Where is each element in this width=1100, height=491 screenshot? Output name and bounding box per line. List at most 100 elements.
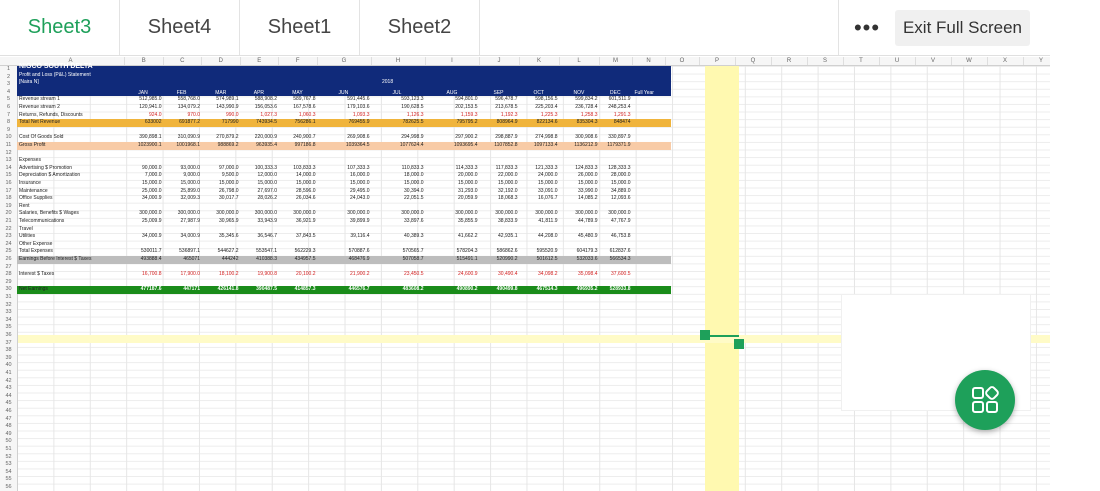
value-cell[interactable]: 782625.5 — [372, 119, 424, 127]
row-header-15[interactable]: 15 — [0, 172, 17, 178]
value-cell[interactable]: 128,333.3 — [600, 165, 630, 173]
column-header-o[interactable]: O — [666, 57, 700, 65]
row-label[interactable]: Expenses — [19, 157, 41, 165]
value-cell[interactable]: 19,900.8 — [241, 271, 277, 279]
value-cell[interactable]: 24,000.0 — [520, 172, 557, 180]
column-header-r[interactable]: R — [772, 57, 808, 65]
column-header-n[interactable]: N — [633, 57, 666, 65]
value-cell[interactable]: 15,000.0 — [480, 180, 517, 188]
value-cell[interactable]: 114,333.3 — [426, 165, 478, 173]
value-cell[interactable]: 32,192.0 — [480, 188, 517, 196]
value-cell[interactable]: 595520.9 — [520, 248, 558, 256]
value-cell[interactable]: 22,000.0 — [480, 172, 517, 180]
value-cell[interactable]: 553547.1 — [241, 248, 277, 256]
value-cell[interactable]: 743934.5 — [241, 119, 277, 127]
row-header-28[interactable]: 28 — [0, 271, 17, 277]
column-header-m[interactable]: M — [600, 57, 633, 65]
value-cell[interactable]: 1039364.5 — [318, 142, 370, 150]
value-cell[interactable]: 225,203.4 — [520, 104, 557, 112]
row-label[interactable]: Earnings Before Interest $ Taxes — [19, 256, 91, 264]
value-cell[interactable]: 594,801.0 — [426, 96, 477, 104]
value-cell[interactable]: 467514.3 — [520, 286, 558, 294]
value-cell[interactable]: 1,258.3 — [560, 112, 598, 120]
tab-sheet3[interactable]: Sheet3 — [0, 0, 120, 55]
value-cell[interactable]: 15,000.0 — [426, 180, 477, 188]
value-cell[interactable]: 15,000.0 — [600, 180, 630, 188]
value-cell[interactable]: 515491.1 — [426, 256, 478, 264]
value-cell[interactable]: 589,767.8 — [279, 96, 315, 104]
value-cell[interactable]: 26,034.6 — [279, 195, 315, 203]
row-header-8[interactable]: 8 — [0, 119, 17, 125]
value-cell[interactable]: 468476.9 — [318, 256, 370, 264]
value-cell[interactable]: 35,098.4 — [560, 271, 597, 279]
column-header-t[interactable]: T — [844, 57, 880, 65]
tab-sheet4[interactable]: Sheet4 — [120, 0, 240, 55]
value-cell[interactable]: 446576.7 — [318, 286, 370, 294]
row-header-36[interactable]: 36 — [0, 332, 17, 338]
value-cell[interactable]: 15,000.0 — [202, 180, 238, 188]
value-cell[interactable]: 808964.9 — [480, 119, 518, 127]
value-cell[interactable]: 27,987.9 — [164, 218, 200, 226]
value-cell[interactable]: 179,103.6 — [318, 104, 369, 112]
row-header-49[interactable]: 49 — [0, 431, 17, 437]
value-cell[interactable]: 924.0 — [125, 112, 162, 120]
value-cell[interactable]: 300,000.0 — [480, 210, 517, 218]
value-cell[interactable]: 997186.8 — [279, 142, 316, 150]
value-cell[interactable]: 530011.7 — [125, 248, 161, 256]
row-label[interactable]: Net Earnings — [19, 286, 48, 294]
row-header-2[interactable]: 2 — [0, 74, 17, 80]
value-cell[interactable]: 1179371.9 — [600, 142, 630, 150]
value-cell[interactable]: 483608.2 — [372, 286, 424, 294]
value-cell[interactable]: 25,009.9 — [125, 218, 161, 226]
row-header-19[interactable]: 19 — [0, 203, 17, 209]
value-cell[interactable]: 300,000.0 — [426, 210, 477, 218]
value-cell[interactable]: 1001968.1 — [164, 142, 200, 150]
row-header-22[interactable]: 22 — [0, 226, 17, 232]
row-header-41[interactable]: 41 — [0, 370, 17, 376]
value-cell[interactable]: 848474 — [600, 119, 631, 127]
value-cell[interactable]: 274,998.8 — [520, 134, 557, 142]
value-cell[interactable]: 444242 — [202, 256, 239, 264]
row-header-11[interactable]: 11 — [0, 142, 17, 148]
row-header-6[interactable]: 6 — [0, 104, 17, 110]
value-cell[interactable]: 593,123.3 — [372, 96, 423, 104]
value-cell[interactable]: 15,000.0 — [164, 180, 200, 188]
value-cell[interactable]: 20,100.2 — [279, 271, 315, 279]
row-label[interactable]: Insurance — [19, 180, 41, 188]
value-cell[interactable]: 578204.3 — [426, 248, 478, 256]
value-cell[interactable]: 18,068.3 — [480, 195, 517, 203]
row-header-7[interactable]: 7 — [0, 112, 17, 118]
value-cell[interactable]: 300,908.6 — [560, 134, 597, 142]
row-header-35[interactable]: 35 — [0, 324, 17, 330]
value-cell[interactable]: 28,026.2 — [241, 195, 277, 203]
column-header-j[interactable]: J — [480, 57, 520, 65]
value-cell[interactable]: 117,833.3 — [480, 165, 518, 173]
row-header-30[interactable]: 30 — [0, 286, 17, 292]
value-cell[interactable]: 34,098.2 — [520, 271, 557, 279]
value-cell[interactable]: 124,833.3 — [560, 165, 597, 173]
value-cell[interactable]: 143,990.9 — [202, 104, 238, 112]
row-label[interactable]: Gross Profit — [19, 142, 45, 150]
row-header-33[interactable]: 33 — [0, 309, 17, 315]
row-header-51[interactable]: 51 — [0, 446, 17, 452]
value-cell[interactable]: 599,834.2 — [560, 96, 597, 104]
value-cell[interactable]: 236,728.4 — [560, 104, 597, 112]
value-cell[interactable]: 26,000.0 — [560, 172, 597, 180]
value-cell[interactable]: 822134.6 — [520, 119, 558, 127]
value-cell[interactable]: 41,662.2 — [426, 233, 477, 241]
value-cell[interactable]: 32,009.3 — [164, 195, 200, 203]
row-header-14[interactable]: 14 — [0, 165, 17, 171]
value-cell[interactable]: 25,899.0 — [164, 188, 200, 196]
value-cell[interactable]: 100,333.3 — [241, 165, 277, 173]
value-cell[interactable]: 1107852.8 — [480, 142, 517, 150]
value-cell[interactable]: 512,985.0 — [125, 96, 161, 104]
value-cell[interactable]: 562229.3 — [279, 248, 316, 256]
value-cell[interactable]: 493888.4 — [125, 256, 162, 264]
value-cell[interactable]: 294,998.9 — [372, 134, 423, 142]
value-cell[interactable]: 22,051.5 — [372, 195, 423, 203]
value-cell[interactable]: 38,833.9 — [480, 218, 517, 226]
value-cell[interactable]: 17,900.0 — [164, 271, 200, 279]
row-label[interactable]: Interest $ Taxes — [19, 271, 54, 279]
value-cell[interactable]: 33,091.0 — [520, 188, 557, 196]
value-cell[interactable]: 532033.6 — [560, 256, 598, 264]
